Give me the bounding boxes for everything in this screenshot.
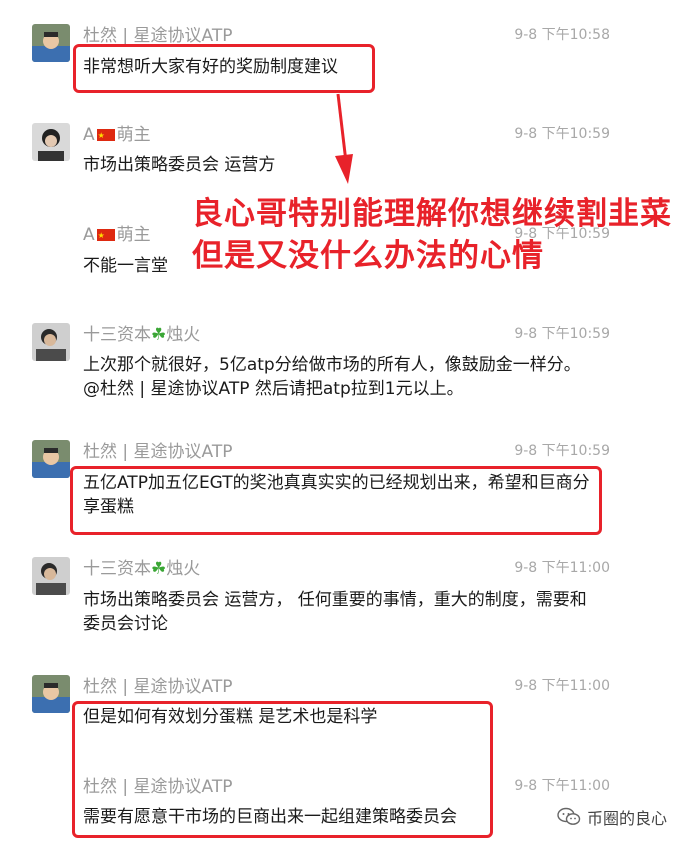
sender-name: 十三资本☘烛火	[83, 559, 201, 579]
sender-name: 杜然 | 星途协议ATP	[83, 442, 233, 462]
timestamp: 9-8 下午10:59	[514, 326, 610, 342]
message-text: 上次那个就很好，5亿atp分给做市场的所有人，像鼓励金一样分。@杜然 | 星途协…	[83, 355, 581, 399]
timestamp: 9-8 下午11:00	[514, 560, 610, 576]
clover-icon: ☘	[151, 325, 167, 345]
avatar[interactable]	[32, 557, 70, 595]
sender-name: A萌主	[83, 225, 151, 246]
annotation-text: 良心哥特别能理解你想继续割韭菜但是又没什么办法的心情	[192, 196, 672, 274]
highlight-box	[70, 466, 602, 535]
sender-name: 杜然 | 星途协议ATP	[83, 677, 233, 697]
watermark: 币圈的良心	[557, 805, 667, 829]
timestamp: 9-8 下午10:58	[514, 27, 610, 43]
timestamp: 9-8 下午10:59	[514, 443, 610, 459]
highlight-box	[73, 44, 375, 93]
avatar[interactable]	[32, 323, 70, 361]
clover-icon: ☘	[151, 559, 167, 579]
china-flag-icon	[96, 226, 115, 246]
message-text: 市场出策略委员会 运营方， 任何重要的事情，重大的制度，需要和委员会讨论	[83, 590, 587, 634]
china-flag-icon	[96, 126, 115, 146]
avatar[interactable]	[32, 440, 70, 478]
watermark-label: 币圈的良心	[586, 809, 667, 828]
timestamp: 9-8 下午10:59	[514, 126, 610, 142]
timestamp: 9-8 下午11:00	[514, 778, 610, 794]
avatar[interactable]	[32, 675, 70, 713]
timestamp: 9-8 下午11:00	[514, 678, 610, 694]
avatar[interactable]	[32, 24, 70, 62]
arrow-icon	[335, 93, 353, 184]
wechat-icon	[557, 807, 581, 825]
sender-name: 杜然 | 星途协议ATP	[83, 26, 233, 46]
avatar[interactable]	[32, 123, 70, 161]
sender-name: 十三资本☘烛火	[83, 325, 201, 345]
sender-name: A萌主	[83, 125, 151, 146]
highlight-box	[72, 701, 493, 838]
